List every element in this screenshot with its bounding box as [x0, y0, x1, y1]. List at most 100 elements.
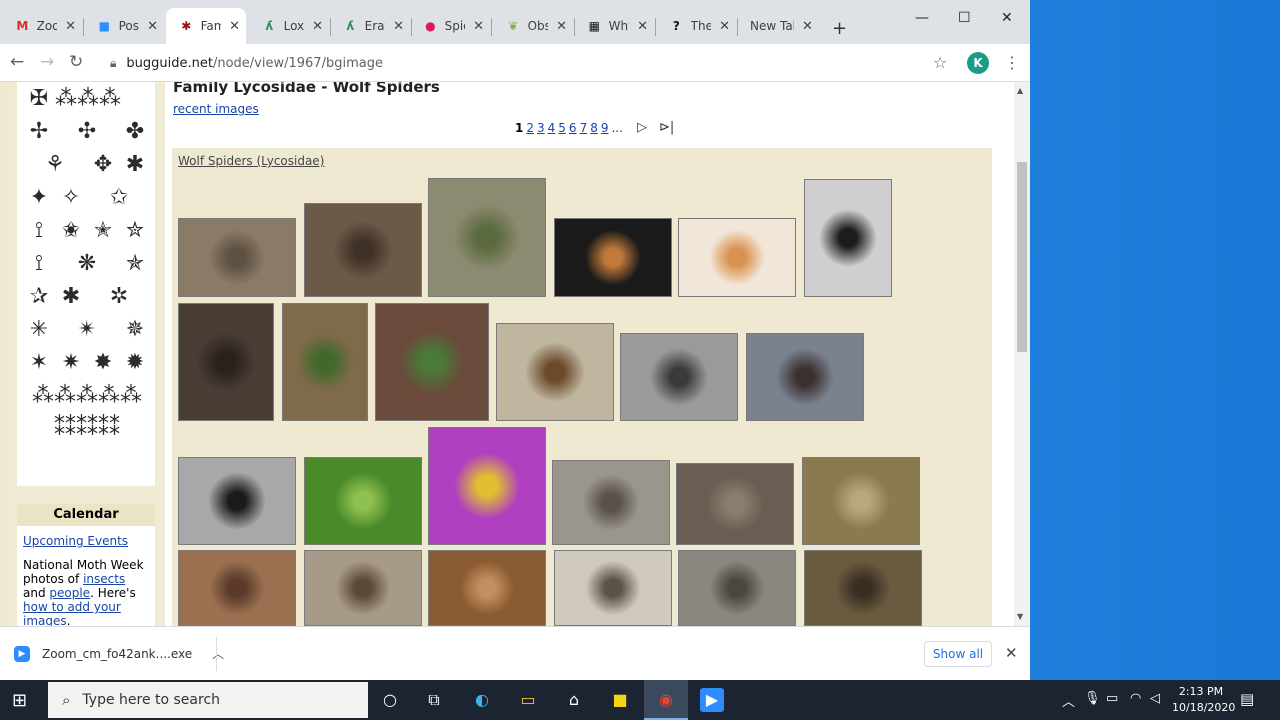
- sticky-notes-icon[interactable]: ■: [608, 688, 632, 712]
- microphone-icon[interactable]: 🎙︎: [1084, 691, 1101, 706]
- spider-thumbnail[interactable]: [804, 550, 922, 626]
- scroll-thumb[interactable]: [1017, 162, 1027, 352]
- upcoming-events-link[interactable]: Upcoming Events: [17, 526, 155, 552]
- page-link-7[interactable]: 7: [580, 121, 588, 135]
- how-to-add-images-link[interactable]: how to add your images: [23, 600, 121, 626]
- tab-close-icon[interactable]: ✕: [65, 19, 76, 34]
- spider-thumbnail[interactable]: [428, 178, 546, 297]
- spider-thumbnail[interactable]: [178, 303, 274, 421]
- network-icon[interactable]: ◠: [1130, 691, 1141, 706]
- tab-8[interactable]: ▦ Why ✕: [574, 8, 654, 44]
- file-explorer-icon[interactable]: ▭: [516, 688, 540, 712]
- minimize-icon[interactable]: —: [915, 10, 929, 26]
- page-link-2[interactable]: 2: [526, 121, 534, 135]
- tab-close-icon[interactable]: ✕: [637, 19, 648, 34]
- back-arrow-icon[interactable]: ←: [10, 52, 24, 72]
- volume-icon[interactable]: ◁: [1150, 691, 1160, 706]
- notification-center-icon[interactable]: ▤: [1240, 690, 1254, 708]
- spider-thumbnail[interactable]: [804, 179, 892, 297]
- tab-close-icon[interactable]: ✕: [473, 19, 484, 34]
- reload-icon[interactable]: ↻: [69, 52, 83, 72]
- download-bar-close-icon[interactable]: ✕: [1005, 644, 1018, 662]
- battery-icon[interactable]: ▭: [1106, 691, 1118, 706]
- recent-images-link[interactable]: recent images: [173, 102, 259, 116]
- tab-close-icon[interactable]: ✕: [802, 19, 813, 34]
- download-item[interactable]: ▶ Zoom_cm_fo42ank....exe ︿: [14, 645, 224, 662]
- tab-1[interactable]: M Zoo ✕: [2, 8, 82, 44]
- spider-thumbnail[interactable]: [746, 333, 864, 421]
- spider-thumbnail[interactable]: [554, 218, 672, 297]
- spider-thumbnail[interactable]: [554, 550, 672, 626]
- spider-thumbnail[interactable]: [178, 457, 296, 545]
- vertical-scrollbar[interactable]: ▲ ▼: [1014, 82, 1030, 626]
- task-view-icon[interactable]: ⧉: [422, 688, 446, 712]
- page-link-5[interactable]: 5: [558, 121, 566, 135]
- chrome-icon[interactable]: ◉: [654, 688, 678, 712]
- spider-thumbnail[interactable]: [678, 218, 796, 297]
- page-link-8[interactable]: 8: [590, 121, 598, 135]
- bookmark-star-icon[interactable]: ☆: [933, 53, 947, 72]
- tab-3[interactable]: ✱ Fam ✕: [166, 8, 246, 44]
- tab-close-icon[interactable]: ✕: [312, 19, 323, 34]
- last-page-icon[interactable]: ⊳|: [659, 120, 674, 135]
- spider-thumbnail[interactable]: [496, 323, 614, 421]
- spider-thumbnail[interactable]: [552, 460, 670, 545]
- address-bar[interactable]: 🔒︎ bugguide.net/node/view/1967/bgimage: [100, 50, 960, 76]
- zoom-icon[interactable]: ▶: [700, 688, 724, 712]
- tab-5[interactable]: ʎ Erat ✕: [330, 8, 410, 44]
- spider-thumbnail[interactable]: [375, 303, 489, 421]
- tab-2[interactable]: ■ Post ✕: [84, 8, 164, 44]
- spider-thumbnail[interactable]: [304, 550, 422, 626]
- tab-close-icon[interactable]: ✕: [393, 19, 404, 34]
- cicada-icon: ✯: [125, 251, 145, 276]
- browser-menu-icon[interactable]: ⋮: [1004, 53, 1020, 72]
- spider-thumbnail[interactable]: [678, 550, 796, 626]
- tab-9[interactable]: ? The ✕: [656, 8, 736, 44]
- bug-silhouette-grid[interactable]: ✠ ⁂⁂⁂ ✢ ✣ ✤ ⚘ ✥ ✱ ✦ ✧ ✩ ⟟ ✬ ✭ ✮ ⟟ ❋ ✯ ✰ ✱ ✲ ✳ ✴ ✵ ✶ ✷ ✸ ✹ ⁂…: [23, 82, 151, 478]
- chevron-up-icon[interactable]: ︿: [212, 645, 224, 662]
- tab-strip: + — ☐ ✕ M Zoo ✕ ■ Post ✕ ✱ Fam ✕ ʎ Loxo ✕ ʎ Erat ✕ ● Spi…: [0, 0, 1030, 44]
- tab-close-icon[interactable]: ✕: [229, 19, 240, 34]
- bug-icon: ✱: [125, 152, 145, 177]
- page-link-9[interactable]: 9: [601, 121, 609, 135]
- page-link-6[interactable]: 6: [569, 121, 577, 135]
- spider-thumbnail[interactable]: [428, 427, 546, 545]
- spider-thumbnail[interactable]: [676, 463, 794, 545]
- gallery-title-link[interactable]: Wolf Spiders (Lycosidae): [178, 154, 324, 168]
- tab-6[interactable]: ● Spid ✕: [410, 8, 490, 44]
- maximize-icon[interactable]: ☐: [958, 10, 971, 26]
- profile-avatar[interactable]: K: [967, 52, 989, 74]
- spider-thumbnail[interactable]: [428, 550, 546, 626]
- insects-link[interactable]: insects: [83, 572, 125, 586]
- window-close-icon[interactable]: ✕: [1001, 10, 1013, 26]
- tab-7[interactable]: ❦ Obs ✕: [493, 8, 573, 44]
- forward-arrow-icon[interactable]: →: [40, 52, 54, 72]
- tab-close-icon[interactable]: ✕: [719, 19, 730, 34]
- tab-4[interactable]: ʎ Loxo ✕: [249, 8, 329, 44]
- taskbar-search-box[interactable]: ⌕ Type here to search: [48, 682, 368, 718]
- tab-close-icon[interactable]: ✕: [147, 19, 158, 34]
- new-tab-plus-icon[interactable]: +: [832, 18, 847, 39]
- windows-start-icon[interactable]: ⊞: [12, 690, 27, 711]
- system-clock[interactable]: 2:13 PM 10/18/2020: [1172, 684, 1235, 716]
- spider-thumbnail[interactable]: [620, 333, 738, 421]
- page-link-4[interactable]: 4: [548, 121, 556, 135]
- spider-thumbnail[interactable]: [304, 203, 422, 297]
- spider-thumbnail[interactable]: [282, 303, 368, 421]
- tab-10[interactable]: New Tab ✕: [736, 8, 826, 44]
- spider-thumbnail[interactable]: [178, 550, 296, 626]
- next-page-icon[interactable]: ▷: [637, 120, 647, 135]
- cortana-icon[interactable]: ○: [378, 688, 402, 712]
- tab-close-icon[interactable]: ✕: [556, 19, 567, 34]
- spider-thumbnail[interactable]: [802, 457, 920, 545]
- people-link[interactable]: people: [49, 586, 90, 600]
- show-all-button[interactable]: Show all: [924, 641, 992, 667]
- spider-thumbnail[interactable]: [304, 457, 422, 545]
- spider-thumbnail[interactable]: [178, 218, 296, 297]
- edge-icon[interactable]: ◐: [470, 688, 494, 712]
- scroll-down-icon[interactable]: ▼: [1017, 612, 1023, 621]
- scroll-up-icon[interactable]: ▲: [1017, 86, 1023, 95]
- store-icon[interactable]: ⌂: [562, 688, 586, 712]
- show-hidden-icons-chevron-icon[interactable]: ︿: [1062, 691, 1075, 710]
- page-link-3[interactable]: 3: [537, 121, 545, 135]
